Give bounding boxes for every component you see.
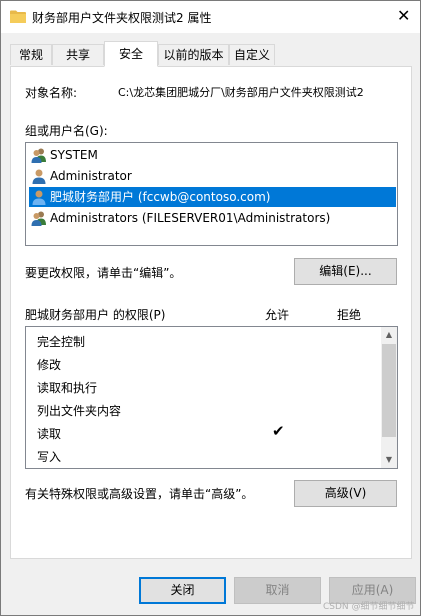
tab-previous-versions[interactable]: 以前的版本 [158,44,229,65]
object-name-label: 对象名称: [25,86,78,100]
cancel-button[interactable]: 取消 [234,577,321,604]
permissions-list: 完全控制 修改 读取和执行 列出文件夹内容 读取 ✔ 写入 ▲ ▼ [25,326,398,469]
tab-general[interactable]: 常规 [10,44,52,65]
list-item-finance-user[interactable]: 肥城财务部用户 (fccwb@contoso.com) [29,187,396,207]
close-button[interactable]: 关闭 [139,577,226,604]
permissions-scrollbar[interactable]: ▲ ▼ [381,327,397,468]
groups-label: 组或用户名(G): [25,124,108,138]
tab-sharing[interactable]: 共享 [52,44,104,65]
folder-icon [10,10,26,23]
window-title: 财务部用户文件夹权限测试2 属性 [32,11,212,25]
permission-modify: 修改 [37,358,62,372]
properties-dialog: 财务部用户文件夹权限测试2 属性 ✕ 常规 共享 安全 以前的版本 自定义 对象… [0,0,421,616]
list-item-label: Administrator [50,169,132,183]
permission-full-control: 完全控制 [37,335,86,349]
read-allow-check-icon: ✔ [272,422,285,440]
group-user-icon [31,211,46,226]
list-item-administrator[interactable]: Administrator [29,166,396,186]
edit-hint: 要更改权限，请单击“编辑”。 [25,266,182,280]
permission-read: 读取 [37,427,62,441]
scroll-down-icon[interactable]: ▼ [381,452,397,468]
group-user-icon [31,148,46,163]
advanced-hint: 有关特殊权限或高级设置，请单击“高级”。 [25,487,254,501]
permissions-label: 肥城财务部用户 的权限(P) [25,308,166,322]
scroll-up-icon[interactable]: ▲ [381,327,397,343]
tab-security[interactable]: 安全 [104,41,158,67]
permission-read-execute: 读取和执行 [37,381,98,395]
list-item-label: 肥城财务部用户 (fccwb@contoso.com) [50,190,271,204]
close-window-icon[interactable]: ✕ [397,7,410,25]
user-icon [32,169,46,184]
permission-write: 写入 [37,450,62,464]
list-item-label: Administrators (FILESERVER01\Administrat… [50,211,331,225]
object-name-value: C:\龙芯集团肥城分厂\财务部用户文件夹权限测试2 [118,86,364,99]
edit-button[interactable]: 编辑(E)... [294,258,397,285]
title-bar: 财务部用户文件夹权限测试2 属性 ✕ [1,1,420,33]
list-item-administrators[interactable]: Administrators (FILESERVER01\Administrat… [29,208,396,228]
watermark: CSDN @细节细节细节 [323,602,415,612]
list-item-label: SYSTEM [50,148,98,162]
permission-list-folder: 列出文件夹内容 [37,404,122,418]
allow-header: 允许 [265,308,290,322]
scrollbar-thumb[interactable] [382,344,396,437]
user-icon [32,190,46,205]
tab-customize[interactable]: 自定义 [229,44,275,65]
deny-header: 拒绝 [337,308,362,322]
list-item-system[interactable]: SYSTEM [29,145,396,165]
advanced-button[interactable]: 高级(V) [294,480,397,507]
user-list[interactable]: SYSTEM Administrator 肥城财务部用户 (fccwb@cont… [25,142,398,246]
